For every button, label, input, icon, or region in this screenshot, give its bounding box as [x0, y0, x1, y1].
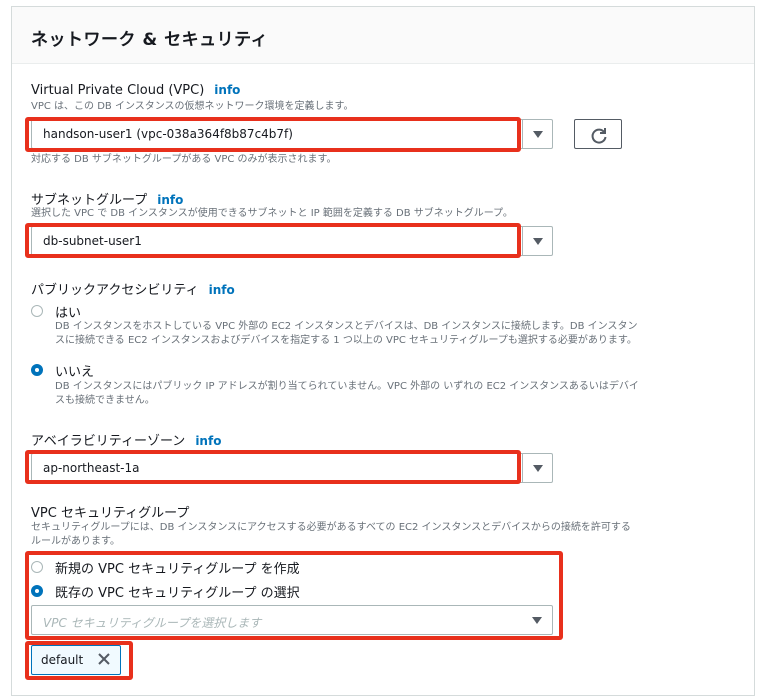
az-label-row: アベイラビリティーゾーン info [31, 430, 221, 449]
public-access-yes-label[interactable]: はい [55, 302, 81, 321]
public-access-no-radio[interactable] [31, 364, 43, 376]
sg-select-toggle[interactable] [522, 606, 552, 634]
public-access-label: パブリックアクセシビリティ [31, 283, 199, 298]
subnet-description: 選択した VPC で DB インスタンスが使用できるサブネットと IP 範囲を定… [31, 208, 513, 219]
subnet-select-toggle[interactable] [522, 227, 552, 255]
vpc-label: Virtual Private Cloud (VPC) [31, 83, 205, 98]
panel-title: ネットワーク & セキュリティ [31, 30, 269, 50]
sg-select-placeholder: VPC セキュリティグループを選択します [43, 616, 262, 630]
az-select-toggle[interactable] [522, 454, 552, 482]
caret-down-icon [533, 131, 543, 138]
vpc-selected-value: handson-user1 (vpc-038a364f8b87c4b7f) [43, 127, 293, 141]
vpc-label-row: Virtual Private Cloud (VPC) info [31, 83, 240, 98]
panel-header: ネットワーク & セキュリティ [12, 7, 754, 64]
subnet-selected-value: db-subnet-user1 [43, 234, 142, 248]
subnet-label-row: サブネットグループ info [31, 189, 183, 208]
close-icon[interactable] [96, 651, 112, 667]
az-label: アベイラビリティーゾーン [31, 434, 186, 449]
sg-choose-existing-label[interactable]: 既存の VPC セキュリティグループ の選択 [55, 582, 300, 601]
sg-select[interactable]: VPC セキュリティグループを選択します [31, 605, 553, 635]
caret-down-icon [532, 617, 542, 624]
sg-create-new-radio[interactable] [31, 561, 43, 573]
security-group-desc-1: セキュリティグループには、DB インスタンスにアクセスする必要があるすべての E… [31, 522, 631, 533]
caret-down-icon [533, 465, 543, 472]
vpc-select-toggle[interactable] [522, 120, 552, 148]
subnet-label: サブネットグループ [31, 193, 148, 208]
security-group-label: VPC セキュリティグループ [31, 506, 190, 521]
public-access-no-desc-2: スも接続できません。 [55, 395, 155, 406]
az-select[interactable]: ap-northeast-1a [31, 453, 553, 483]
public-access-yes-desc-2: スに接続できる EC2 インスタンスおよびデバイスを指定する 1 つ以上の VP… [55, 335, 637, 346]
sg-create-new-label[interactable]: 新規の VPC セキュリティグループ を作成 [55, 558, 300, 577]
public-access-no-label[interactable]: いいえ [55, 361, 94, 380]
public-access-label-row: パブリックアクセシビリティ info [31, 279, 235, 298]
security-group-desc-2: ルールがあります。 [31, 536, 120, 547]
caret-down-icon [533, 238, 543, 245]
sg-token-default: default [31, 645, 121, 675]
az-selected-value: ap-northeast-1a [43, 461, 140, 475]
public-access-yes-desc-1: DB インスタンスをホストしている VPC 外部の EC2 インスタンスとデバイ… [55, 321, 638, 332]
sg-choose-existing-radio[interactable] [31, 585, 43, 597]
public-access-info-link[interactable]: info [209, 283, 235, 297]
az-info-link[interactable]: info [195, 434, 221, 448]
vpc-refresh-button[interactable] [574, 119, 622, 149]
public-access-no-desc-1: DB インスタンスにはパブリック IP アドレスが割り当てられていません。VPC… [55, 381, 639, 392]
subnet-select[interactable]: db-subnet-user1 [31, 226, 553, 256]
refresh-icon [591, 128, 607, 144]
public-access-yes-radio[interactable] [31, 305, 43, 317]
vpc-select[interactable]: handson-user1 (vpc-038a364f8b87c4b7f) [31, 119, 553, 149]
sg-token-label: default [41, 653, 84, 667]
subnet-info-link[interactable]: info [157, 193, 183, 207]
vpc-hint: 対応する DB サブネットグループがある VPC のみが表示されます。 [31, 154, 337, 165]
vpc-info-link[interactable]: info [214, 83, 240, 97]
vpc-description: VPC は、この DB インスタンスの仮想ネットワーク環境を定義します。 [31, 101, 354, 112]
